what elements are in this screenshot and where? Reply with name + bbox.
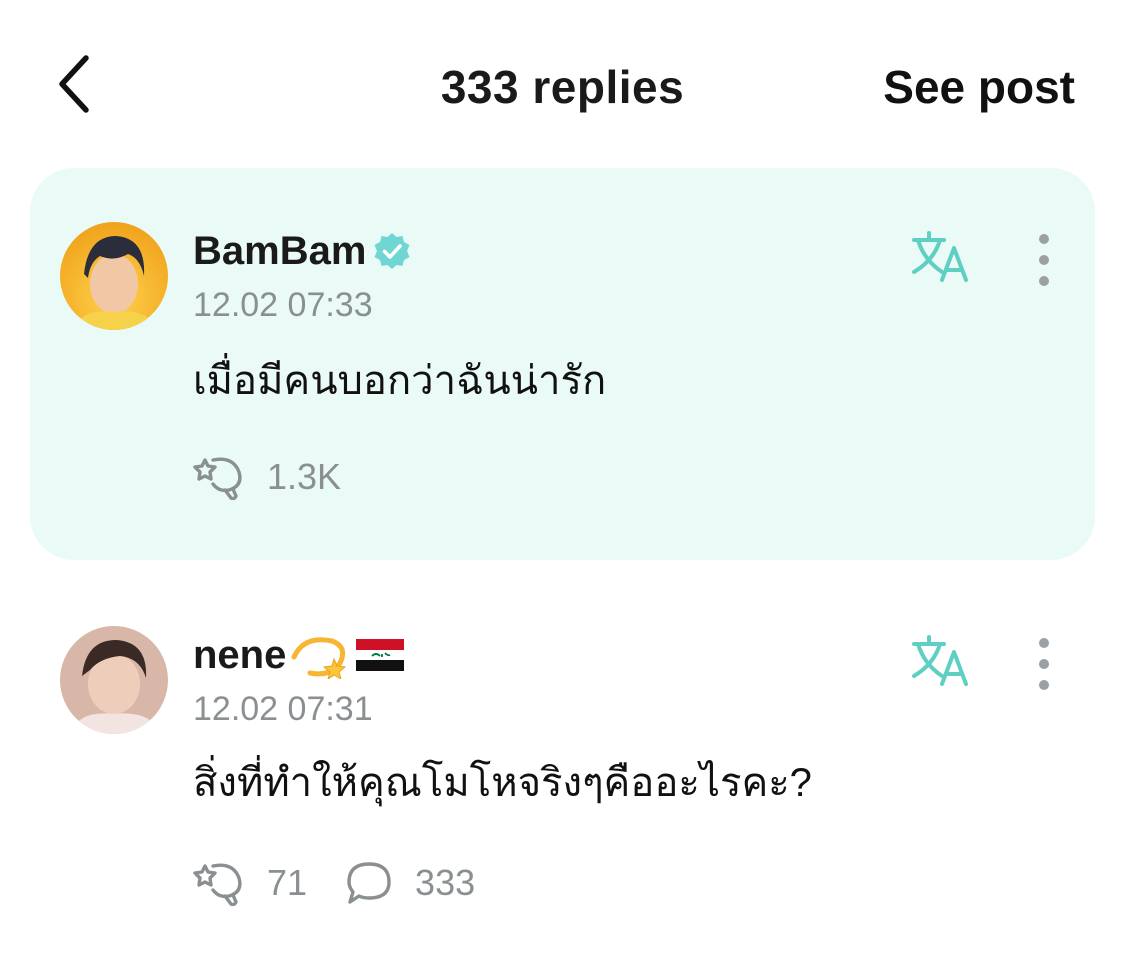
author-name[interactable]: BamBam	[193, 229, 366, 274]
post-timestamp: 12.02 07:33	[193, 286, 373, 324]
more-vertical-icon	[1039, 638, 1049, 648]
reply-timestamp: 12.02 07:31	[193, 690, 373, 728]
like-button[interactable]: 1.3K	[193, 454, 341, 500]
author-row: nene	[193, 631, 406, 679]
like-count: 1.3K	[267, 456, 342, 497]
reply-item[interactable]: nene 12.02 07:31 สิ่งที่ทำให้คุณโมโหจริง…	[30, 590, 1095, 950]
avatar[interactable]	[60, 222, 168, 330]
see-post-link[interactable]: See post	[883, 60, 1075, 114]
more-options-button[interactable]	[1026, 234, 1062, 286]
original-post-card[interactable]: BamBam 12.02 07:33 เมื่อมีคนบอกว่าฉันน่า…	[30, 168, 1095, 560]
translate-button[interactable]	[910, 634, 974, 690]
dizzy-emoji	[290, 631, 350, 679]
comment-count: 333	[415, 862, 476, 903]
author-row: BamBam	[193, 228, 412, 274]
post-text: เมื่อมีคนบอกว่าฉันน่ารัก	[193, 359, 607, 403]
reply-actions: 71 333	[193, 860, 513, 906]
comment-button[interactable]: 333	[345, 860, 475, 906]
more-vertical-icon	[1039, 234, 1049, 244]
translate-button[interactable]	[910, 230, 974, 286]
translate-icon	[912, 231, 968, 282]
like-icon	[193, 457, 242, 500]
translate-icon	[912, 635, 968, 686]
reply-text: สิ่งที่ทำให้คุณโมโหจริงๆคืออะไรคะ?	[193, 761, 812, 805]
avatar[interactable]	[60, 626, 168, 734]
iraq-flag-icon	[354, 635, 406, 675]
like-button[interactable]: 71	[193, 860, 307, 906]
like-count: 71	[267, 862, 308, 903]
top-bar: 333 replies See post	[0, 0, 1125, 170]
more-options-button[interactable]	[1026, 638, 1062, 690]
post-actions: 1.3K	[193, 454, 379, 500]
comment-icon	[347, 862, 391, 904]
verified-badge-icon	[374, 233, 410, 269]
like-icon	[193, 863, 242, 906]
author-name[interactable]: nene	[193, 633, 286, 678]
